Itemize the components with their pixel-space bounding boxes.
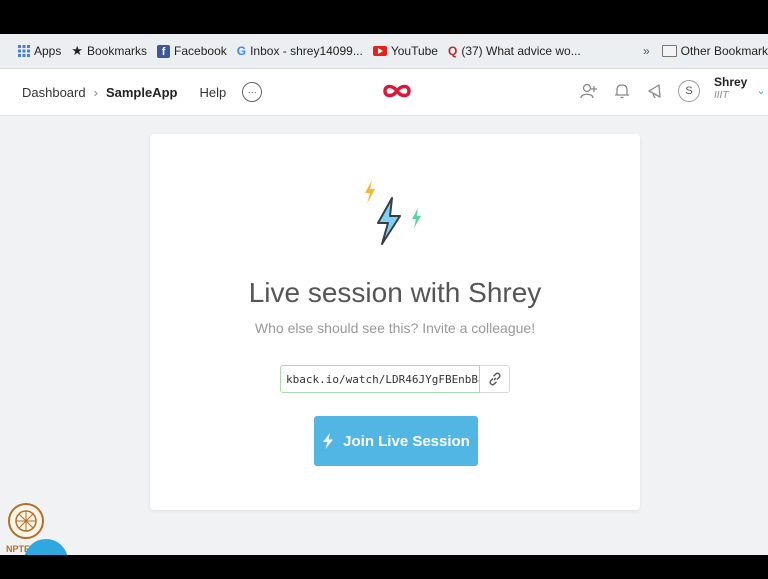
bookmark-bookmarks[interactable]: ★ Bookmarks (71, 43, 147, 59)
user-org: IIIT (714, 90, 729, 101)
google-icon: G (236, 44, 247, 58)
bookmark-quora[interactable]: Q (37) What advice wo... (448, 44, 581, 58)
join-live-session-button[interactable]: Join Live Session (314, 416, 478, 466)
bookmark-label: (37) What advice wo... (461, 44, 581, 58)
more-icon: ··· (247, 87, 257, 97)
bookmarks-overflow-button[interactable]: » (643, 44, 650, 58)
bookmark-inbox[interactable]: G Inbox - shrey14099... (237, 44, 363, 58)
folder-icon (661, 45, 677, 57)
megaphone-icon[interactable] (647, 82, 665, 100)
nptel-emblem-icon (8, 503, 44, 539)
infinity-logo[interactable] (382, 83, 412, 99)
star-icon: ★ (71, 43, 84, 58)
live-session-card: Live session with Shrey Who else should … (150, 134, 640, 510)
bookmark-label: Bookmarks (87, 44, 148, 58)
add-user-icon[interactable] (580, 82, 598, 100)
join-button-label: Join Live Session (343, 432, 470, 450)
user-menu[interactable]: Shrey IIIT (714, 75, 747, 103)
browser-window: Apps ★ Bookmarks f Facebook G Inbox - sh… (0, 34, 768, 555)
user-name: Shrey (714, 75, 748, 89)
breadcrumb-dashboard[interactable]: Dashboard (22, 85, 86, 100)
bookmark-apps[interactable]: Apps (18, 44, 61, 58)
bookmark-youtube[interactable]: YouTube (372, 44, 438, 58)
avatar-initial: S (685, 85, 693, 97)
facebook-icon: f (157, 44, 171, 58)
bookmarks-bar: Apps ★ Bookmarks f Facebook G Inbox - sh… (0, 34, 768, 69)
help-link[interactable]: Help (199, 85, 226, 100)
copy-link-button[interactable] (480, 365, 510, 393)
bookmark-label: Facebook (174, 44, 227, 58)
bookmark-label: YouTube (390, 44, 438, 58)
bell-icon[interactable] (614, 82, 630, 100)
session-subtitle: Who else should see this? Invite a colle… (254, 320, 536, 336)
more-options-button[interactable]: ··· (242, 82, 263, 102)
quora-icon: Q (447, 44, 458, 58)
youtube-icon (372, 46, 387, 56)
share-link-field[interactable]: kback.io/watch/LDR46JYgFBEnbB8AM (280, 365, 480, 393)
bookmarks-right: » Other Bookmark (643, 34, 768, 68)
bookmark-facebook[interactable]: f Facebook (157, 44, 227, 58)
lightning-bolts-icon (365, 180, 421, 245)
avatar[interactable]: S (678, 80, 700, 102)
breadcrumb-separator: › (93, 84, 98, 100)
bookmark-label: Inbox - shrey14099... (250, 44, 363, 58)
session-title: Live session with Shrey (248, 277, 542, 308)
bookmark-label: Apps (34, 44, 62, 58)
main-content: Live session with Shrey Who else should … (0, 116, 768, 555)
link-icon (488, 372, 501, 386)
apps-grid-icon (18, 45, 30, 57)
bolt-icon (323, 433, 334, 449)
chevron-down-icon[interactable]: ⌄ (756, 83, 766, 97)
other-bookmarks-button[interactable]: Other Bookmark (681, 44, 768, 58)
breadcrumb-current[interactable]: SampleApp (106, 85, 178, 100)
app-header: Dashboard › SampleApp Help ··· S Shrey I… (0, 69, 768, 116)
